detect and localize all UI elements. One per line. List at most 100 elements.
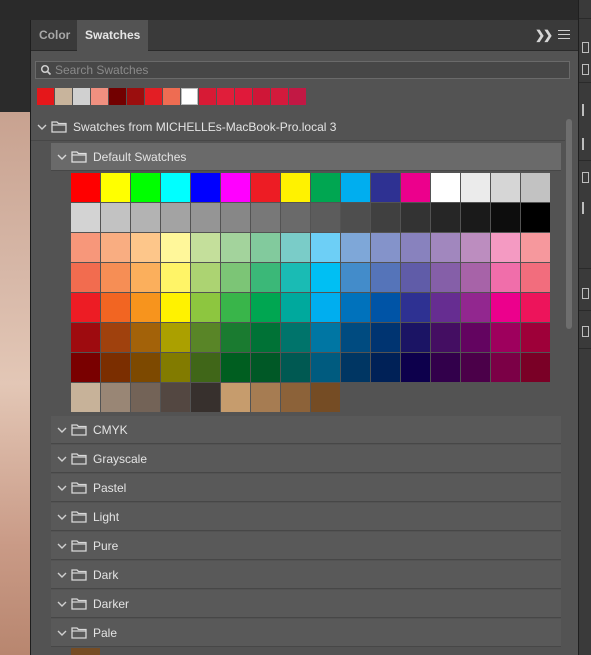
color-swatch[interactable]	[521, 353, 550, 382]
color-swatch[interactable]	[311, 203, 340, 232]
color-swatch[interactable]	[461, 173, 490, 202]
layers-icon[interactable]	[582, 104, 591, 116]
color-swatch[interactable]	[341, 323, 370, 352]
recent-swatch[interactable]	[289, 88, 306, 105]
color-swatch[interactable]	[311, 293, 340, 322]
color-swatch[interactable]	[71, 233, 100, 262]
adjustments-icon[interactable]	[582, 138, 591, 150]
color-swatch[interactable]	[191, 323, 220, 352]
color-swatch[interactable]	[401, 233, 430, 262]
group-row-dark[interactable]: Dark	[51, 561, 561, 589]
color-swatch[interactable]	[71, 293, 100, 322]
color-swatch[interactable]	[461, 233, 490, 262]
color-swatch[interactable]	[311, 383, 340, 412]
color-swatch[interactable]	[341, 233, 370, 262]
color-swatch[interactable]	[341, 293, 370, 322]
color-swatch[interactable]	[491, 353, 520, 382]
color-swatch[interactable]	[71, 203, 100, 232]
color-swatch[interactable]	[161, 323, 190, 352]
color-swatch[interactable]	[221, 233, 250, 262]
color-swatch[interactable]	[311, 233, 340, 262]
color-swatch[interactable]	[251, 323, 280, 352]
color-swatch[interactable]	[341, 263, 370, 292]
color-swatch[interactable]	[251, 353, 280, 382]
color-swatch[interactable]	[491, 263, 520, 292]
color-swatch[interactable]	[521, 293, 550, 322]
group-row-default-swatches[interactable]: Default Swatches	[51, 143, 561, 171]
tab-color[interactable]: Color	[31, 20, 78, 50]
color-swatch[interactable]	[371, 293, 400, 322]
group-row-darker[interactable]: Darker	[51, 590, 561, 618]
color-swatch[interactable]	[281, 293, 310, 322]
color-swatch[interactable]	[71, 173, 100, 202]
recent-swatch[interactable]	[37, 88, 54, 105]
color-swatch[interactable]	[281, 233, 310, 262]
color-swatch[interactable]	[71, 353, 100, 382]
color-swatch[interactable]	[521, 173, 550, 202]
color-swatch[interactable]	[161, 263, 190, 292]
color-swatch[interactable]	[521, 203, 550, 232]
color-swatch[interactable]	[71, 263, 100, 292]
recent-swatch[interactable]	[199, 88, 216, 105]
color-swatch[interactable]	[131, 293, 160, 322]
tab-swatches[interactable]: Swatches	[77, 20, 149, 51]
color-swatch[interactable]	[131, 233, 160, 262]
color-swatch[interactable]	[101, 353, 130, 382]
color-swatch[interactable]	[131, 263, 160, 292]
color-swatch[interactable]	[371, 173, 400, 202]
color-swatch[interactable]	[401, 173, 430, 202]
color-swatch[interactable]	[401, 203, 430, 232]
group-row-pale[interactable]: Pale	[51, 619, 561, 647]
chevron-down-icon[interactable]	[57, 425, 67, 435]
paths-icon[interactable]	[582, 326, 589, 337]
color-swatch[interactable]	[521, 323, 550, 352]
chevron-down-icon[interactable]	[37, 122, 47, 132]
color-swatch[interactable]	[161, 203, 190, 232]
color-swatch[interactable]	[101, 263, 130, 292]
color-swatch[interactable]	[161, 383, 190, 412]
color-swatch[interactable]	[251, 203, 280, 232]
collapse-icon[interactable]: ❯❯	[535, 28, 553, 42]
color-swatch[interactable]	[461, 263, 490, 292]
recent-swatch[interactable]	[91, 88, 108, 105]
search-field[interactable]	[35, 61, 570, 79]
panel-toggle-icon[interactable]	[582, 64, 589, 75]
color-swatch[interactable]	[161, 353, 190, 382]
properties-icon[interactable]	[582, 172, 589, 183]
recent-swatch[interactable]	[127, 88, 144, 105]
color-swatch[interactable]	[281, 203, 310, 232]
color-swatch[interactable]	[521, 263, 550, 292]
color-swatch[interactable]	[491, 203, 520, 232]
color-swatch[interactable]	[221, 293, 250, 322]
color-swatch[interactable]	[161, 293, 190, 322]
color-swatch[interactable]	[101, 323, 130, 352]
panel-scrollbar[interactable]	[564, 113, 576, 655]
color-swatch[interactable]	[251, 293, 280, 322]
chevron-down-icon[interactable]	[57, 599, 67, 609]
group-row-pure[interactable]: Pure	[51, 532, 561, 560]
group-row-light[interactable]: Light	[51, 503, 561, 531]
color-swatch[interactable]	[101, 233, 130, 262]
color-swatch[interactable]	[371, 323, 400, 352]
color-swatch[interactable]	[221, 173, 250, 202]
color-swatch[interactable]	[131, 173, 160, 202]
color-swatch[interactable]	[401, 353, 430, 382]
recent-swatch[interactable]	[163, 88, 180, 105]
color-swatch[interactable]	[401, 323, 430, 352]
color-swatch[interactable]	[461, 293, 490, 322]
color-swatch[interactable]	[131, 323, 160, 352]
color-swatch[interactable]	[251, 263, 280, 292]
color-swatch[interactable]	[311, 353, 340, 382]
color-swatch[interactable]	[101, 383, 130, 412]
color-swatch[interactable]	[101, 293, 130, 322]
scroll-thumb[interactable]	[566, 119, 572, 329]
color-swatch[interactable]	[191, 383, 220, 412]
color-swatch[interactable]	[71, 323, 100, 352]
color-swatch[interactable]	[491, 293, 520, 322]
recent-swatch[interactable]	[217, 88, 234, 105]
color-swatch[interactable]	[191, 263, 220, 292]
channels-icon[interactable]	[582, 288, 589, 299]
color-swatch[interactable]	[431, 263, 460, 292]
recent-swatch[interactable]	[253, 88, 270, 105]
history-icon[interactable]	[582, 202, 591, 214]
